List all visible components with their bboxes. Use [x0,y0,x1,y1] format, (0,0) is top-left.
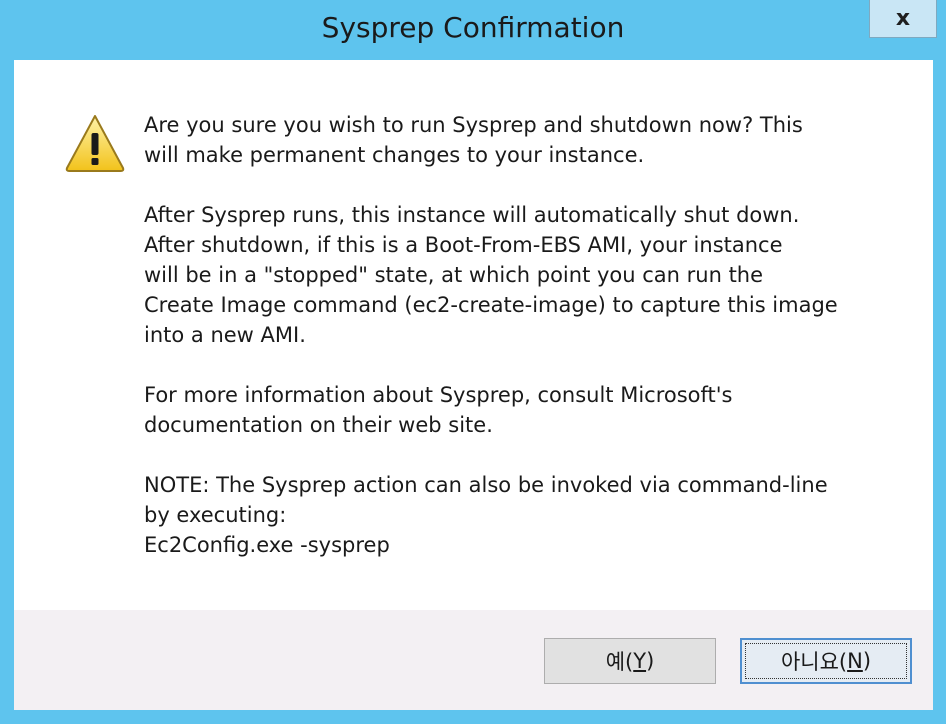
message-text: Are you sure you wish to run Sysprep and… [144,110,904,560]
focus-rectangle: 아니요(N) [745,643,907,679]
message-paragraph-details: After Sysprep runs, this instance will a… [144,203,838,347]
yes-mnemonic: Y [633,649,647,673]
no-label-prefix: 아니요( [780,650,848,674]
no-button[interactable]: 아니요(N) [740,638,912,684]
yes-button[interactable]: 예(Y) [544,638,716,684]
dialog-window: Sysprep Confirmation x Are you sure you … [0,0,946,724]
yes-label-suffix: ) [646,649,655,673]
no-label-suffix: ) [862,649,872,673]
message-paragraph-note: NOTE: The Sysprep action can also be inv… [144,473,828,557]
close-icon: x [895,6,911,31]
warning-icon [65,115,125,172]
message-paragraph-info: For more information about Sysprep, cons… [144,383,733,437]
no-mnemonic: N [847,649,863,673]
yes-label-prefix: 예( [605,650,634,674]
message-paragraph-confirm: Are you sure you wish to run Sysprep and… [144,113,803,167]
close-button[interactable]: x [869,0,937,38]
window-title: Sysprep Confirmation [321,11,625,44]
